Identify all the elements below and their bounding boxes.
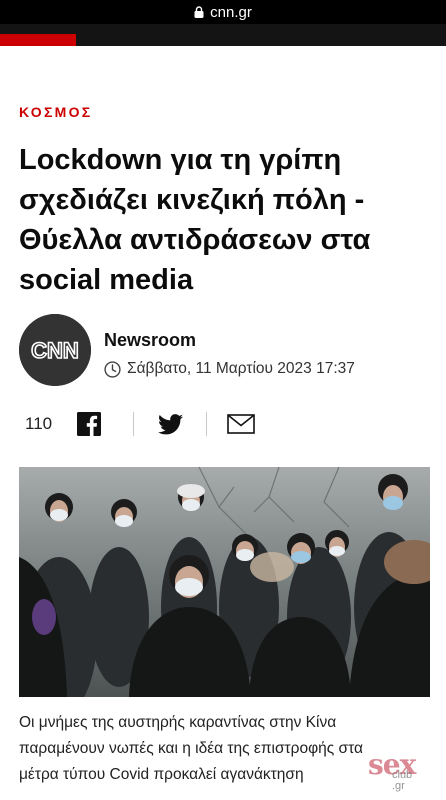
section-label[interactable]: ΚΟΣΜΟΣ	[19, 104, 93, 120]
lock-icon	[194, 6, 204, 18]
twitter-icon	[157, 413, 183, 434]
author-avatar[interactable]: CNN	[19, 314, 91, 386]
facebook-share-button[interactable]	[77, 412, 133, 436]
headline: Lockdown για τη γρίπη σχεδιάζει κινεζική…	[19, 140, 429, 300]
article-hero-image[interactable]	[19, 467, 430, 697]
cnn-logo-text: CNN	[31, 338, 79, 363]
crowd-photo	[19, 467, 430, 697]
publish-date: Σάββατο, 11 Μαρτίου 2023 17:37	[104, 360, 355, 378]
share-bar: 110	[19, 408, 275, 440]
browser-address-bar[interactable]: cnn.gr	[0, 0, 446, 24]
browser-domain: cnn.gr	[210, 3, 252, 21]
share-count: 110	[25, 414, 53, 433]
email-icon	[227, 414, 255, 434]
twitter-share-button[interactable]	[134, 413, 206, 435]
cnn-logo: CNN	[19, 314, 91, 386]
clock-icon	[104, 360, 121, 378]
headline-line: social media	[19, 264, 194, 296]
watermark-logo: sex club .gr	[362, 740, 424, 798]
facebook-icon	[77, 412, 101, 436]
watermark-subtext: club .gr	[392, 769, 413, 792]
headline-line: Θύελλα αντιδράσεων στα	[19, 224, 371, 256]
publish-date-text: Σάββατο, 11 Μαρτίου 2023 17:37	[127, 360, 355, 377]
email-share-button[interactable]	[207, 414, 275, 434]
page-load-progress	[0, 24, 446, 46]
headline-line: Lockdown για τη γρίπη	[19, 144, 342, 176]
caption-line: Οι μνήμες της αυστηρής καραντίνας στην Κ…	[19, 714, 337, 731]
author-name[interactable]: Newsroom	[104, 330, 196, 351]
headline-line: σχεδιάζει κινεζική πόλη -	[19, 184, 365, 216]
progress-fill	[0, 34, 76, 46]
